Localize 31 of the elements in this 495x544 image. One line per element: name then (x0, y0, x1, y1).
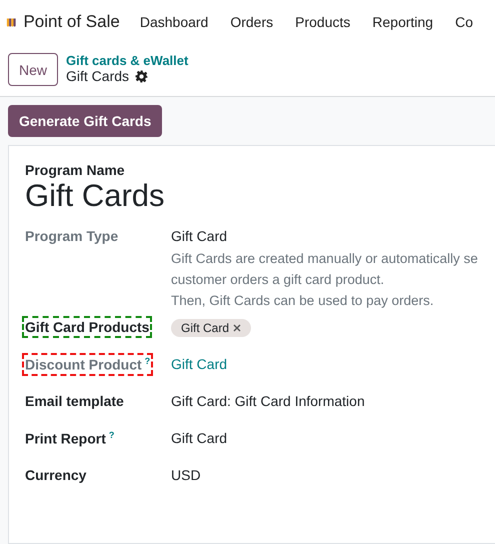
new-button[interactable]: New (8, 53, 58, 86)
description-text: Then, Gift Cards can be used to pay orders. (171, 292, 435, 310)
field-value: Gift Card (171, 228, 228, 244)
field-value: USD (171, 467, 201, 483)
field-value: Gift Card (171, 430, 228, 446)
field-label: Discount Product $^{?}$ (25, 356, 150, 373)
field-label: Print Report $^{?}$ (25, 430, 114, 447)
nav-item[interactable]: Products (295, 14, 350, 30)
nav-item[interactable]: Reporting (372, 14, 434, 30)
page-title: Gift Cards (66, 68, 130, 84)
nav-item[interactable]: Orders (230, 14, 274, 30)
help-mark[interactable]: ? (144, 356, 150, 366)
field-label: Gift Card Products (25, 319, 150, 335)
nav-item[interactable]: Co (455, 14, 473, 30)
close-icon[interactable] (233, 324, 242, 332)
field-label: Program Name (25, 162, 126, 178)
settings-icon[interactable] (135, 70, 148, 82)
program-name[interactable]: Gift Cards (25, 178, 495, 214)
app-name[interactable]: Point of Sale (23, 12, 120, 32)
field-value: Gift Card: Gift Card Information (171, 393, 365, 409)
description-text: Gift Cards are created manually or automatically se (171, 250, 478, 268)
help-mark[interactable]: ? (108, 430, 114, 440)
generate-button[interactable]: Generate Gift Cards (8, 105, 162, 137)
field-label: Currency (25, 467, 86, 483)
nav-item[interactable]: Dashboard (140, 14, 208, 30)
field-link[interactable]: Gift Card (171, 356, 228, 372)
description-text: customer orders a gift card product. (171, 271, 386, 289)
field-label: Email template (25, 393, 124, 409)
field-label: Program Type (25, 228, 118, 244)
tag-label: Gift Card (181, 321, 230, 335)
breadcrumb-link[interactable]: Gift cards & eWallet (66, 53, 188, 68)
